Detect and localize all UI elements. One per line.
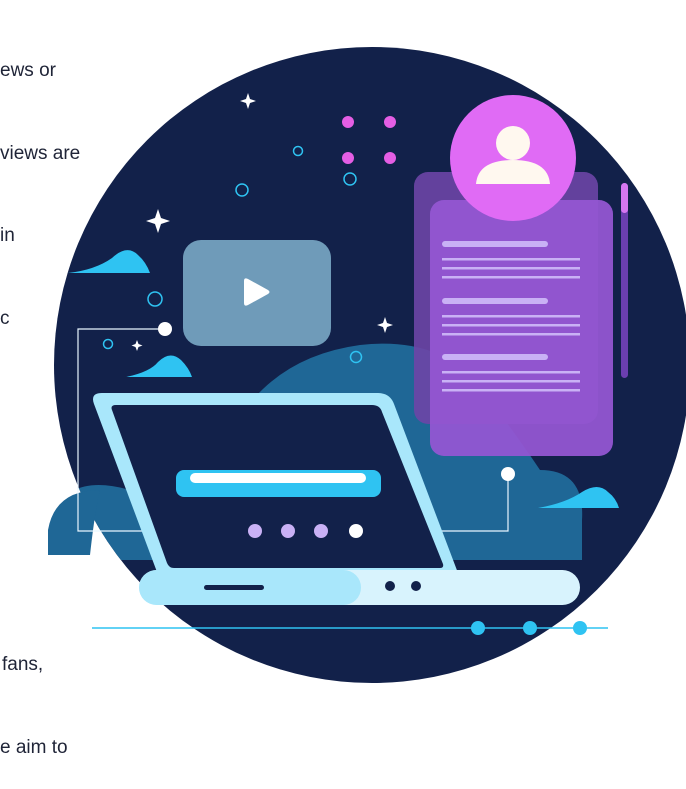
user-avatar-icon: [450, 95, 576, 221]
video-card: [183, 240, 331, 346]
cloud-shape: [48, 490, 100, 555]
text-line: e aim to: [0, 736, 68, 758]
connector-node: [501, 467, 515, 481]
scrollbar-thumb: [621, 183, 628, 213]
review-illustration: [48, 47, 686, 683]
laptop-base: [139, 570, 580, 605]
connector-node: [158, 322, 172, 336]
